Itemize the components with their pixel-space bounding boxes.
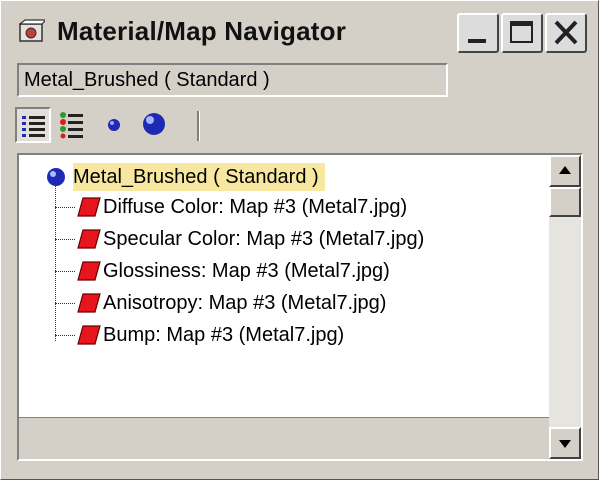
tree-view[interactable]: Metal_Brushed ( Standard ) Diffuse Color…	[19, 155, 549, 417]
tree-connector	[55, 239, 75, 240]
tree-connector	[55, 335, 75, 336]
tree-root-material[interactable]: Metal_Brushed ( Standard )	[73, 163, 325, 191]
view-small-icons-button[interactable]	[97, 107, 133, 143]
tree-item-label: Glossiness: Map #3 (Metal7.jpg)	[103, 260, 390, 282]
map-parallelogram-icon	[77, 325, 101, 345]
map-parallelogram-icon	[77, 229, 101, 249]
material-name-field[interactable]: Metal_Brushed ( Standard )	[17, 63, 448, 97]
tree-connector	[55, 271, 75, 272]
tree-connector	[55, 185, 56, 341]
window-title: Material/Map Navigator	[57, 16, 347, 46]
map-parallelogram-icon	[77, 197, 101, 217]
tree-bottom-strip	[19, 417, 549, 459]
tree-connector	[55, 303, 75, 304]
tree-item-label: Anisotropy: Map #3 (Metal7.jpg)	[103, 292, 387, 314]
scroll-up-button[interactable]	[549, 155, 581, 187]
tree-connector	[55, 207, 75, 208]
view-list-icons-button[interactable]	[55, 107, 91, 143]
arrow-down-icon	[559, 440, 571, 448]
small-icons-view-icon	[108, 119, 120, 131]
vertical-scrollbar[interactable]	[549, 155, 581, 459]
close-button[interactable]	[545, 13, 587, 53]
material-tree-panel: Metal_Brushed ( Standard ) Diffuse Color…	[17, 153, 583, 461]
map-parallelogram-icon	[77, 261, 101, 281]
tree-item-label: Diffuse Color: Map #3 (Metal7.jpg)	[103, 196, 408, 218]
maximize-button[interactable]	[501, 13, 543, 53]
list-icons-view-icon	[60, 112, 83, 139]
material-map-navigator-window: Material/Map Navigator Metal_Brushed ( S…	[0, 0, 599, 480]
material-sphere-icon	[45, 166, 67, 193]
scroll-down-button[interactable]	[549, 427, 581, 459]
tree-item-label: Specular Color: Map #3 (Metal7.jpg)	[103, 228, 425, 250]
material-navigator-app-icon	[18, 19, 48, 43]
scroll-thumb[interactable]	[549, 187, 581, 217]
toolbar-separator	[197, 111, 200, 141]
view-large-icons-button[interactable]	[137, 107, 173, 143]
list-view-icon	[22, 116, 45, 137]
tree-item-label: Bump: Map #3 (Metal7.jpg)	[103, 324, 345, 346]
title-bar[interactable]: Material/Map Navigator	[5, 5, 594, 57]
view-list-button[interactable]	[15, 107, 51, 143]
close-icon	[554, 20, 578, 45]
minimize-button[interactable]	[457, 13, 499, 53]
minimize-icon	[468, 39, 486, 43]
view-toolbar	[15, 105, 215, 147]
large-icons-view-icon	[143, 113, 165, 135]
map-parallelogram-icon	[77, 293, 101, 313]
maximize-icon	[510, 21, 533, 43]
arrow-up-icon	[559, 166, 571, 174]
